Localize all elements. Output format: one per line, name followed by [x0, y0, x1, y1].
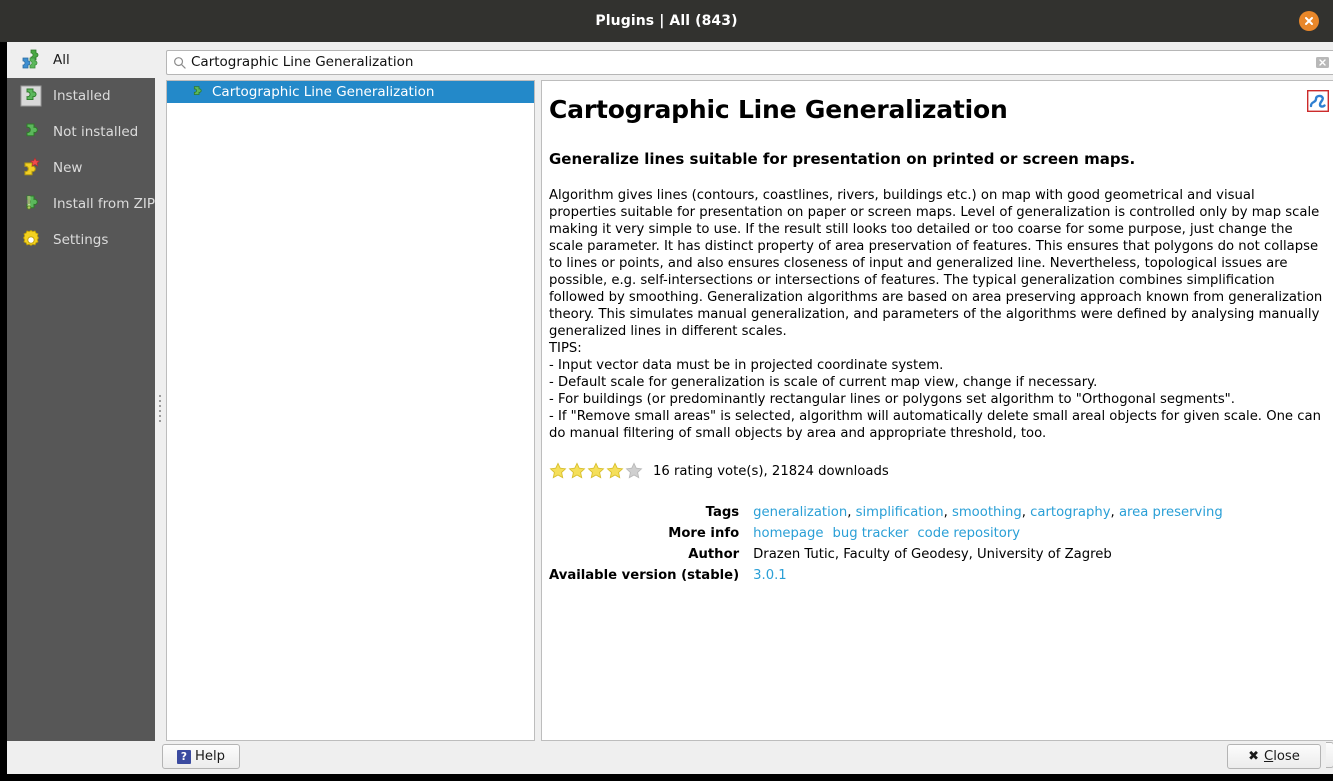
plugin-name: Cartographic Line Generalization	[212, 84, 434, 100]
sidebar-item-settings[interactable]: Settings	[7, 222, 155, 258]
footer-row: ? Help ✖ Close	[7, 741, 1326, 774]
close-button-label: Close	[1264, 749, 1300, 764]
tag-link[interactable]: generalization	[753, 505, 847, 520]
more-info-link[interactable]: bug tracker	[832, 526, 908, 541]
star-rating	[549, 462, 643, 480]
puzzle-boxed-icon	[19, 84, 43, 108]
sidebar: All Installed Not installed	[7, 42, 155, 774]
tag-link[interactable]: cartography	[1030, 505, 1110, 520]
more-info-value: homepage bug tracker code repository	[753, 524, 1223, 545]
puzzle-green-icon	[19, 120, 43, 144]
sidebar-item-label: New	[53, 160, 82, 176]
sidebar-item-installed[interactable]: Installed	[7, 78, 155, 114]
cartographic-line-plugin-icon	[1307, 90, 1329, 112]
more-info-label: More info	[549, 524, 753, 545]
sidebar-item-label: All	[53, 52, 70, 68]
clear-icon[interactable]	[1311, 54, 1333, 71]
sidebar-item-all[interactable]: All	[7, 42, 155, 78]
sidebar-item-label: Install from ZIP	[53, 196, 155, 212]
star-filled-icon[interactable]	[568, 462, 586, 480]
puzzle-star-icon	[19, 156, 43, 180]
sidebar-item-label: Installed	[53, 88, 111, 104]
plugin-detail: Cartographic Line Generalization General…	[541, 80, 1333, 741]
tag-link[interactable]: smoothing	[952, 505, 1022, 520]
puzzle-green-icon	[189, 84, 205, 100]
star-filled-icon[interactable]	[549, 462, 567, 480]
search-icon	[167, 56, 191, 69]
close-x-icon: ✖	[1248, 749, 1259, 764]
rating-row: 16 rating vote(s), 21824 downloads	[549, 462, 1324, 480]
content-area: Cartographic Line Generalization Cartogr…	[165, 80, 1333, 736]
gear-icon	[19, 228, 43, 252]
search-input[interactable]	[191, 51, 1311, 74]
version-value: 3.0.1	[753, 566, 1223, 587]
tag-separator: ,	[1111, 505, 1119, 520]
sidebar-splitter[interactable]	[155, 42, 165, 774]
sidebar-item-label: Not installed	[53, 124, 138, 140]
help-button[interactable]: ? Help	[162, 744, 240, 769]
plugin-list[interactable]: Cartographic Line Generalization	[166, 80, 535, 741]
sidebar-item-label: Settings	[53, 232, 108, 248]
splitter-grip	[159, 395, 161, 422]
tag-link[interactable]: simplification	[856, 505, 944, 520]
main-panel: Cartographic Line Generalization Cartogr…	[165, 42, 1333, 774]
star-filled-icon[interactable]	[606, 462, 624, 480]
table-row: Tags generalization, simplification, smo…	[549, 503, 1223, 524]
close-button[interactable]: ✖ Close	[1227, 744, 1321, 769]
window-close-icon[interactable]	[1299, 11, 1319, 31]
metadata-table: Tags generalization, simplification, smo…	[549, 503, 1223, 587]
help-button-label: Help	[195, 749, 225, 764]
version-label: Available version (stable)	[549, 566, 753, 587]
page-title: Cartographic Line Generalization	[549, 96, 1324, 124]
plugin-description: Algorithm gives lines (contours, coastli…	[549, 187, 1324, 442]
dialog-body: All Installed Not installed	[7, 42, 1326, 774]
plugins-dialog: Plugins | All (843) All	[0, 0, 1333, 781]
puzzle-zip-icon	[19, 192, 43, 216]
sidebar-item-not-installed[interactable]: Not installed	[7, 114, 155, 150]
question-mark-icon: ?	[177, 750, 191, 764]
more-info-link[interactable]: code repository	[917, 526, 1020, 541]
star-empty-icon[interactable]	[625, 462, 643, 480]
tags-value: generalization, simplification, smoothin…	[753, 503, 1223, 524]
tag-separator: ,	[1022, 505, 1030, 520]
table-row: Available version (stable) 3.0.1	[549, 566, 1223, 587]
star-filled-icon[interactable]	[587, 462, 605, 480]
tag-link[interactable]: area preserving	[1119, 505, 1223, 520]
rating-text: 16 rating vote(s), 21824 downloads	[653, 464, 889, 479]
search-bar[interactable]	[166, 50, 1333, 75]
list-item[interactable]: Cartographic Line Generalization	[167, 81, 534, 103]
version-link[interactable]: 3.0.1	[753, 568, 787, 583]
sidebar-item-new[interactable]: New	[7, 150, 155, 186]
tag-separator: ,	[847, 505, 855, 520]
plugin-subtitle: Generalize lines suitable for presentati…	[549, 150, 1324, 168]
table-row: More info homepage bug tracker code reposi…	[549, 524, 1223, 545]
tags-label: Tags	[549, 503, 753, 524]
more-info-link[interactable]: homepage	[753, 526, 823, 541]
table-row: Author Drazen Tutic, Faculty of Geodesy,…	[549, 545, 1223, 566]
tag-separator: ,	[944, 505, 952, 520]
puzzle-multi-icon	[19, 48, 43, 72]
author-label: Author	[549, 545, 753, 566]
author-value: Drazen Tutic, Faculty of Geodesy, Univer…	[753, 545, 1223, 566]
sidebar-item-install-from-zip[interactable]: Install from ZIP	[7, 186, 155, 222]
title-bar: Plugins | All (843)	[0, 0, 1333, 42]
window-title: Plugins | All (843)	[595, 13, 737, 29]
